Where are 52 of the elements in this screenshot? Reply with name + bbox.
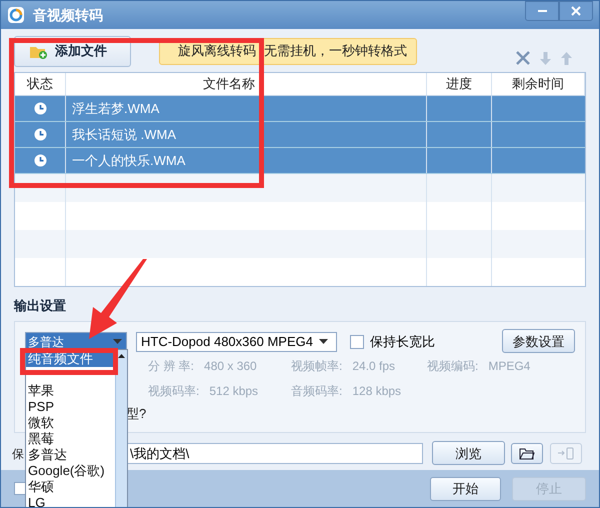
format-select[interactable]: HTC-Dopod 480x360 MPEG4 [136,332,337,352]
info-value: 24.0 fps [352,358,396,375]
caret-icon [319,339,328,344]
file-name: 我长话短说 .WMA [66,122,427,147]
minimize-button[interactable] [525,1,559,21]
folder-icon [519,448,535,460]
save-label: 保 [12,446,24,462]
banner-text: 无需挂机，一秒钟转格式 [264,42,407,60]
phone-arrow-icon [557,447,575,460]
info-value: 480 x 360 [204,358,257,375]
dropdown-item[interactable]: PSP [26,399,115,415]
close-button[interactable] [559,1,593,21]
window-title: 音视频转码 [33,6,103,24]
app-icon [7,6,25,24]
info-label: 分 辨 率: [148,358,194,375]
delete-icon[interactable] [516,51,530,65]
scrollbar[interactable] [115,350,127,507]
close-icon [571,6,581,16]
dropdown-item[interactable]: Google(谷歌) [26,463,115,479]
info-label: 视频帧率: [291,358,342,375]
dropdown-item[interactable]: 多普达 [26,447,115,463]
button[interactable]: 开始 [430,476,501,500]
column-header[interactable]: 状态 [15,73,66,95]
checkbox[interactable] [350,334,364,348]
info-label: 视频编码: [427,358,478,375]
dropdown-item[interactable]: 华硕 [26,479,115,495]
dropdown-item[interactable]: LG [26,495,115,507]
info-label: 视频码率: [148,383,200,400]
clock-icon [34,102,46,115]
info-value: MPEG4 [488,358,530,375]
dropdown-item[interactable]: 黑莓 [26,431,115,447]
button[interactable]: 浏览 [432,441,505,466]
device-button[interactable] [550,443,582,464]
column-header[interactable]: 剩余时间 [492,73,585,95]
column-header[interactable]: 进度 [427,73,492,95]
banner-text: 旋风离线转码 [178,42,256,60]
file-name: 浮生若梦.WMA [66,96,427,121]
scroll-up-icon [118,354,125,358]
info-value: 512 kbps [209,383,258,400]
open-folder-button[interactable] [511,443,543,464]
checkbox-label: 保持长宽比 [370,332,435,351]
clock-icon [34,128,46,141]
section-title: 输出设置 [14,297,67,315]
file-name: 一个人的快乐.WMA [66,148,427,173]
column-header[interactable]: 文件名称 [66,73,427,95]
dropdown-item[interactable]: 微软 [26,415,115,431]
minimize-icon [538,10,546,12]
button[interactable]: 参数设置 [502,329,575,354]
info-value: 128 kbps [352,383,402,400]
dropdown-item[interactable]: 苹果 [26,383,115,399]
info-label: 音频码率: [291,383,342,400]
clock-icon [34,154,46,167]
